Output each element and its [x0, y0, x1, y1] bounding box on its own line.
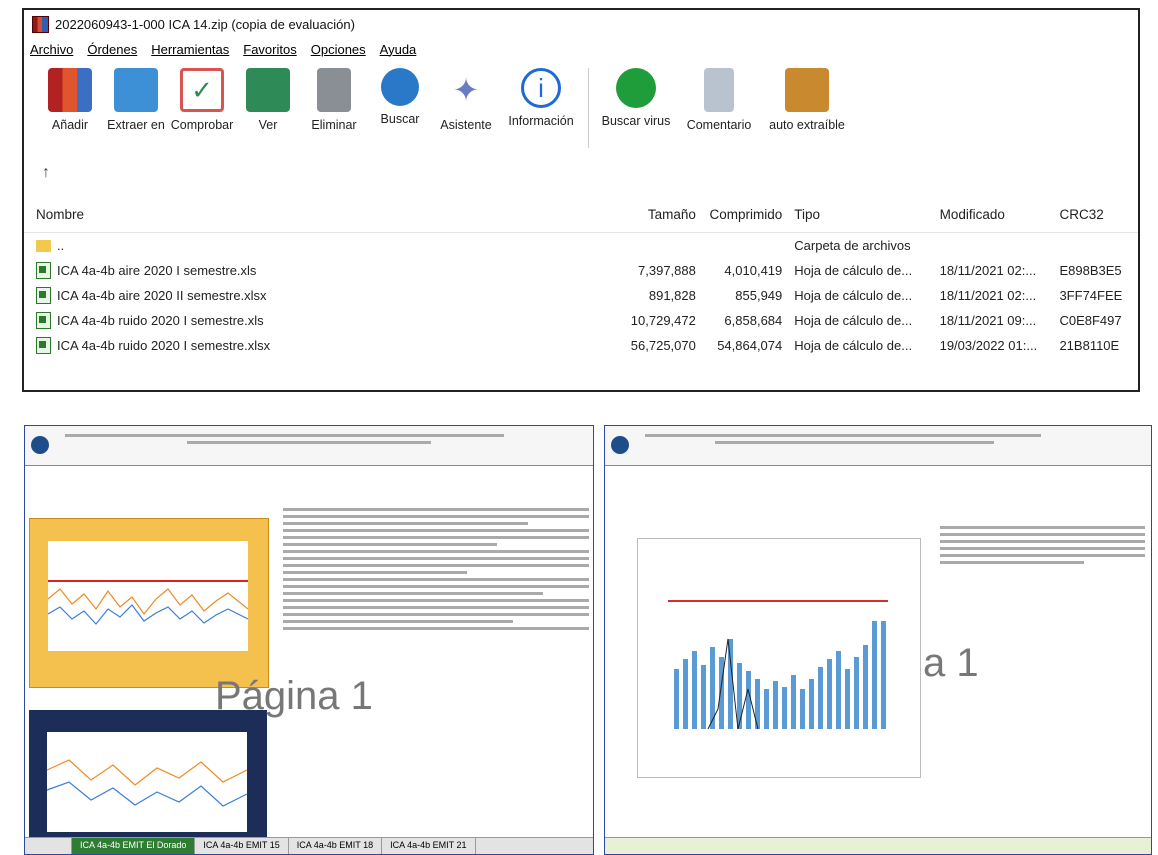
extract-folder-icon	[114, 68, 158, 112]
menu-opciones[interactable]: Opciones	[311, 42, 366, 57]
menu-herramientas[interactable]: Herramientas	[151, 42, 229, 57]
test-check-icon: ✓	[180, 68, 224, 112]
sheet-header	[605, 426, 1151, 466]
sheet-tabs: ICA 4a-4b EMIT El Dorado ICA 4a-4b EMIT …	[25, 837, 593, 854]
chart2-plot-area	[47, 732, 247, 832]
virus-scan-icon	[616, 68, 656, 108]
logo-icon	[31, 436, 49, 454]
spreadsheet-preview-left: Página 1 ICA 4a-4b EMIT El Dorado ICA 4a…	[24, 425, 594, 855]
winrar-window: 2022060943-1-000 ICA 14.zip (copia de ev…	[22, 8, 1140, 392]
info-icon: i	[521, 68, 561, 108]
logo-icon	[611, 436, 629, 454]
list-item[interactable]: ICA 4a-4b ruido 2020 I semestre.xlsx 56,…	[24, 333, 1138, 358]
air-quality-chart	[29, 518, 269, 688]
menu-ayuda[interactable]: Ayuda	[380, 42, 417, 57]
excel-file-icon	[36, 337, 51, 354]
tab-nav[interactable]	[25, 838, 72, 854]
delete-button[interactable]: Eliminar	[302, 68, 366, 132]
tab-sheet[interactable]: ICA 4a-4b EMIT 15	[195, 838, 289, 854]
sfx-button[interactable]: auto extraíble	[761, 68, 853, 132]
find-button[interactable]: Buscar	[368, 68, 432, 126]
add-button[interactable]: Añadir	[38, 68, 102, 132]
virus-scan-button[interactable]: Buscar virus	[595, 68, 677, 128]
col-modified[interactable]: Modificado	[940, 207, 1056, 222]
comment-button[interactable]: Comentario	[679, 68, 759, 132]
analysis-text-block	[283, 504, 589, 834]
excel-file-icon	[36, 262, 51, 279]
excel-file-icon	[36, 287, 51, 304]
file-list-header: Nombre Tamaño Comprimido Tipo Modificado…	[24, 196, 1138, 233]
wizard-button[interactable]: ✦ Asistente	[434, 68, 498, 132]
sheet-header	[25, 426, 593, 466]
window-title: 2022060943-1-000 ICA 14.zip (copia de ev…	[55, 16, 355, 32]
tab-sheet[interactable]: ICA 4a-4b EMIT 18	[289, 838, 383, 854]
test-button[interactable]: ✓ Comprobar	[170, 68, 234, 132]
page-watermark: Página 1	[215, 674, 373, 718]
up-folder-button[interactable]: ↑	[24, 164, 1138, 194]
excel-file-icon	[36, 312, 51, 329]
chart-plot-area	[48, 541, 248, 651]
folder-icon	[36, 239, 51, 252]
menu-archivo[interactable]: Archivo	[30, 42, 73, 57]
file-list: Nombre Tamaño Comprimido Tipo Modificado…	[24, 196, 1138, 390]
title-bar: 2022060943-1-000 ICA 14.zip (copia de ev…	[24, 10, 1138, 38]
col-size[interactable]: Tamaño	[606, 207, 696, 222]
analysis-text-block	[940, 522, 1145, 642]
noise-bar-chart	[637, 538, 921, 778]
sheet-tabs	[605, 837, 1151, 854]
add-archive-icon	[48, 68, 92, 112]
menu-ordenes[interactable]: Órdenes	[87, 42, 137, 57]
view-button[interactable]: Ver	[236, 68, 300, 132]
winrar-app-icon	[32, 15, 49, 33]
list-item[interactable]: ICA 4a-4b ruido 2020 I semestre.xls 10,7…	[24, 308, 1138, 333]
info-button[interactable]: i Información	[500, 68, 582, 128]
chart-svg	[47, 541, 249, 651]
view-book-icon	[246, 68, 290, 112]
comment-icon	[704, 68, 734, 112]
col-type[interactable]: Tipo	[782, 207, 939, 222]
col-crc32[interactable]: CRC32	[1055, 207, 1138, 222]
list-item[interactable]: ICA 4a-4b aire 2020 II semestre.xlsx 891…	[24, 283, 1138, 308]
toolbar: Añadir Extraer en ✓ Comprobar Ver Elimin…	[24, 60, 1138, 164]
search-icon	[381, 68, 419, 106]
tab-sheet-active[interactable]: ICA 4a-4b EMIT El Dorado	[72, 838, 196, 854]
wizard-icon: ✦	[452, 72, 480, 108]
extract-button[interactable]: Extraer en	[104, 68, 168, 132]
trash-icon	[317, 68, 351, 112]
bars	[674, 621, 886, 729]
col-compressed[interactable]: Comprimido	[696, 207, 782, 222]
toolbar-separator	[588, 68, 589, 148]
spreadsheet-preview-right: a 1	[604, 425, 1152, 855]
tab-sheet[interactable]: ICA 4a-4b EMIT 21	[382, 838, 476, 854]
col-name[interactable]: Nombre	[24, 207, 606, 222]
list-item[interactable]: ICA 4a-4b aire 2020 I semestre.xls 7,397…	[24, 258, 1138, 283]
menu-favoritos[interactable]: Favoritos	[243, 42, 296, 57]
second-chart	[29, 710, 267, 850]
page-watermark: a 1	[923, 641, 979, 685]
bar-chart-svg	[668, 600, 888, 730]
list-item[interactable]: .. Carpeta de archivos	[24, 233, 1138, 258]
menu-bar: Archivo Órdenes Herramientas Favoritos O…	[24, 38, 1138, 60]
chart2-svg	[46, 732, 248, 832]
sfx-box-icon	[785, 68, 829, 112]
